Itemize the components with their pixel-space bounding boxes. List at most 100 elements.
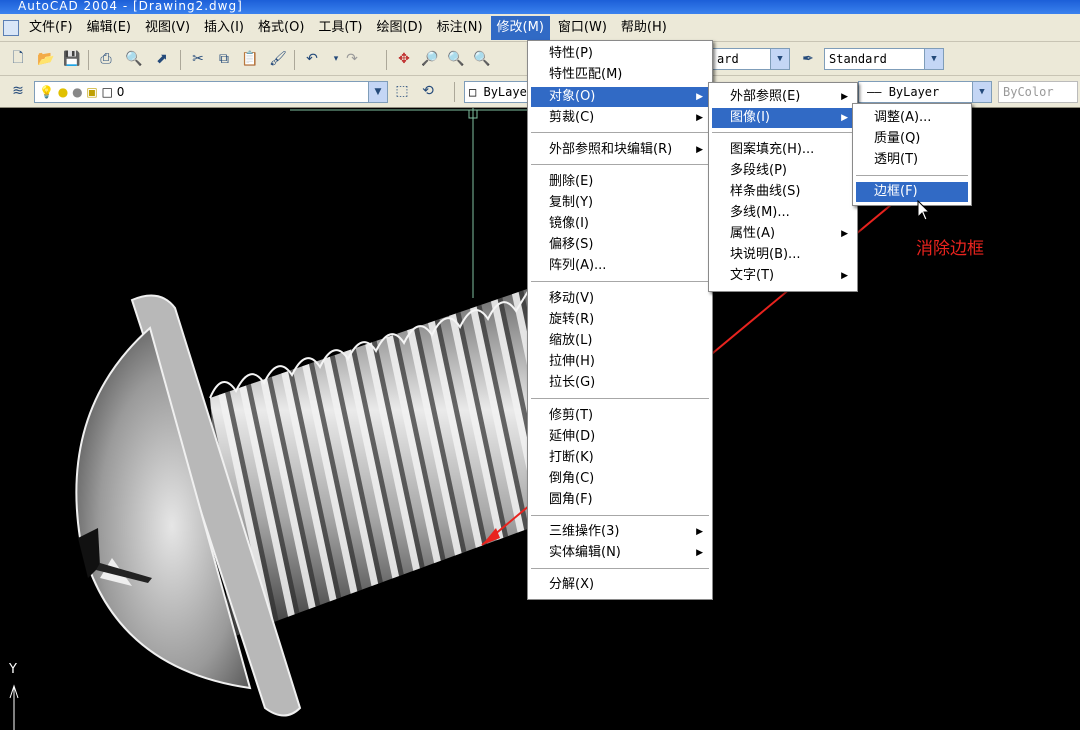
modify-copy[interactable]: 复制(Y) — [531, 193, 709, 213]
chevron-down-icon[interactable]: ▼ — [770, 49, 789, 69]
annotation-label: 消除边框 — [916, 239, 984, 259]
plot-icon[interactable]: ⎙ — [96, 49, 116, 69]
lineweight-combo[interactable]: ByColor — [998, 81, 1078, 103]
dim-style-value: ard — [717, 52, 739, 66]
modify-extend[interactable]: 延伸(D) — [531, 427, 709, 447]
modify-fillet[interactable]: 圆角(F) — [531, 490, 709, 510]
chevron-down-icon[interactable]: ▼ — [924, 49, 943, 69]
make-layer-current-icon[interactable]: ⬚ — [392, 81, 412, 101]
menu-bar: 文件(F) 编辑(E) 视图(V) 插入(I) 格式(O) 工具(T) 绘图(D… — [0, 14, 1080, 42]
zoom-realtime-icon[interactable]: 🔎 — [420, 49, 440, 69]
layer-combo[interactable]: 💡 ● ● ▣ □ 0 ▼ — [34, 81, 388, 103]
menu-insert[interactable]: 插入(I) — [198, 16, 250, 40]
modify-match-properties[interactable]: 特性匹配(M) — [531, 65, 709, 85]
object-polyline[interactable]: 多段线(P) — [712, 161, 854, 181]
modify-mirror[interactable]: 镜像(I) — [531, 214, 709, 234]
menu-modify[interactable]: 修改(M) — [490, 15, 550, 40]
menu-edit[interactable]: 编辑(E) — [81, 16, 137, 40]
modify-explode[interactable]: 分解(X) — [531, 575, 709, 595]
ucs-y-label: Y — [9, 662, 17, 677]
zoom-previous-icon[interactable]: 🔍 — [472, 49, 492, 69]
object-image[interactable]: 图像(I) ▶ — [712, 108, 854, 128]
dim-style-combo[interactable]: ard ▼ — [712, 48, 790, 70]
submenu-arrow-icon: ▶ — [696, 113, 703, 123]
modify-menu: 特性(P) 特性匹配(M) 对象(O) ▶ 剪裁(C) ▶ 外部参照和块编辑(R… — [527, 40, 713, 600]
object-spline[interactable]: 样条曲线(S) — [712, 182, 854, 202]
menu-window[interactable]: 窗口(W) — [552, 16, 613, 40]
modify-move[interactable]: 移动(V) — [531, 289, 709, 309]
chevron-down-icon[interactable]: ▼ — [368, 82, 387, 102]
pan-realtime-icon[interactable]: ✥ — [394, 49, 414, 69]
color-combo[interactable]: □ ByLayer — [464, 81, 528, 103]
menu-help[interactable]: 帮助(H) — [615, 16, 673, 40]
menu-dimension[interactable]: 标注(N) — [431, 16, 489, 40]
freeze-icon: ● — [72, 85, 83, 99]
menu-view[interactable]: 视图(V) — [139, 16, 196, 40]
modify-lengthen[interactable]: 拉长(G) — [531, 373, 709, 393]
modify-clip[interactable]: 剪裁(C) ▶ — [531, 108, 709, 128]
object-xref[interactable]: 外部参照(E) ▶ — [712, 87, 854, 107]
light-bulb-icon: 💡 — [39, 85, 54, 99]
modify-offset[interactable]: 偏移(S) — [531, 235, 709, 255]
layer-previous-icon[interactable]: ⟲ — [418, 81, 438, 101]
modify-chamfer[interactable]: 倒角(C) — [531, 469, 709, 489]
plot-preview-icon[interactable]: 🔍 — [124, 49, 144, 69]
modify-xref-block-edit-label: 外部参照和块编辑(R) — [549, 142, 673, 157]
object-text-label: 文字(T) — [730, 268, 775, 283]
object-image-label: 图像(I) — [730, 110, 770, 125]
layer-name: 0 — [116, 85, 125, 99]
modify-object[interactable]: 对象(O) ▶ — [531, 87, 709, 107]
modify-array[interactable]: 阵列(A)... — [531, 256, 709, 276]
menu-tools[interactable]: 工具(T) — [312, 16, 368, 40]
chevron-down-icon[interactable]: ▼ — [972, 82, 991, 102]
copy-icon[interactable]: ⧉ — [214, 49, 234, 69]
object-submenu: 外部参照(E) ▶ 图像(I) ▶ 图案填充(H)... 多段线(P) 样条曲线… — [708, 82, 858, 292]
publish-icon[interactable]: ⬈ — [152, 49, 172, 69]
sun-icon: ● — [57, 85, 69, 99]
modify-properties[interactable]: 特性(P) — [531, 44, 709, 64]
menu-file[interactable]: 文件(F) — [23, 16, 79, 40]
redo-icon[interactable]: ↷ — [342, 49, 362, 69]
undo-icon[interactable]: ↶ — [302, 49, 322, 69]
image-adjust[interactable]: 调整(A)... — [856, 108, 968, 128]
modify-solids-editing[interactable]: 实体编辑(N) ▶ — [531, 543, 709, 563]
linetype-value: ByLayer — [888, 85, 940, 99]
mouse-cursor-icon — [917, 200, 931, 221]
image-transparency[interactable]: 透明(T) — [856, 150, 968, 170]
open-file-icon[interactable]: 📂 — [36, 49, 56, 69]
object-multiline[interactable]: 多线(M)... — [712, 203, 854, 223]
modify-break[interactable]: 打断(K) — [531, 448, 709, 468]
modify-stretch[interactable]: 拉伸(H) — [531, 352, 709, 372]
paste-icon[interactable]: 📋 — [240, 49, 260, 69]
object-text[interactable]: 文字(T) ▶ — [712, 266, 854, 286]
modify-scale[interactable]: 缩放(L) — [531, 331, 709, 351]
new-file-icon[interactable]: 🗋 — [8, 49, 28, 69]
save-icon[interactable]: 💾 — [62, 49, 82, 69]
app-icon[interactable] — [3, 19, 19, 36]
text-style-combo[interactable]: Standard ▼ — [824, 48, 944, 70]
object-attribute[interactable]: 属性(A) ▶ — [712, 224, 854, 244]
cut-icon[interactable]: ✂ — [188, 49, 208, 69]
layer-manager-icon[interactable]: ≋ — [8, 81, 28, 101]
linetype-combo[interactable]: —— ByLayer ▼ — [858, 81, 992, 103]
object-hatch[interactable]: 图案填充(H)... — [712, 140, 854, 160]
lineweight-value: ByColor — [1003, 85, 1054, 99]
submenu-arrow-icon: ▶ — [841, 271, 848, 281]
match-properties-icon[interactable]: 🖌 — [268, 49, 288, 69]
modify-erase[interactable]: 删除(E) — [531, 172, 709, 192]
menu-draw[interactable]: 绘图(D) — [371, 16, 429, 40]
menu-format[interactable]: 格式(O) — [252, 16, 310, 40]
modify-rotate[interactable]: 旋转(R) — [531, 310, 709, 330]
modify-trim[interactable]: 修剪(T) — [531, 406, 709, 426]
image-submenu: 调整(A)... 质量(Q) 透明(T) 边框(F) — [852, 103, 972, 206]
image-frame[interactable]: 边框(F) — [856, 182, 968, 202]
color-swatch-icon: □ — [469, 85, 477, 99]
submenu-arrow-icon: ▶ — [696, 92, 703, 102]
modify-object-label: 对象(O) — [549, 89, 596, 104]
modify-xref-block-edit[interactable]: 外部参照和块编辑(R) ▶ — [531, 140, 709, 160]
image-quality[interactable]: 质量(Q) — [856, 129, 968, 149]
object-block-description[interactable]: 块说明(B)... — [712, 245, 854, 265]
lock-icon: ▣ — [86, 85, 98, 99]
modify-3d-operation[interactable]: 三维操作(3) ▶ — [531, 522, 709, 542]
zoom-window-icon[interactable]: 🔍 — [446, 49, 466, 69]
